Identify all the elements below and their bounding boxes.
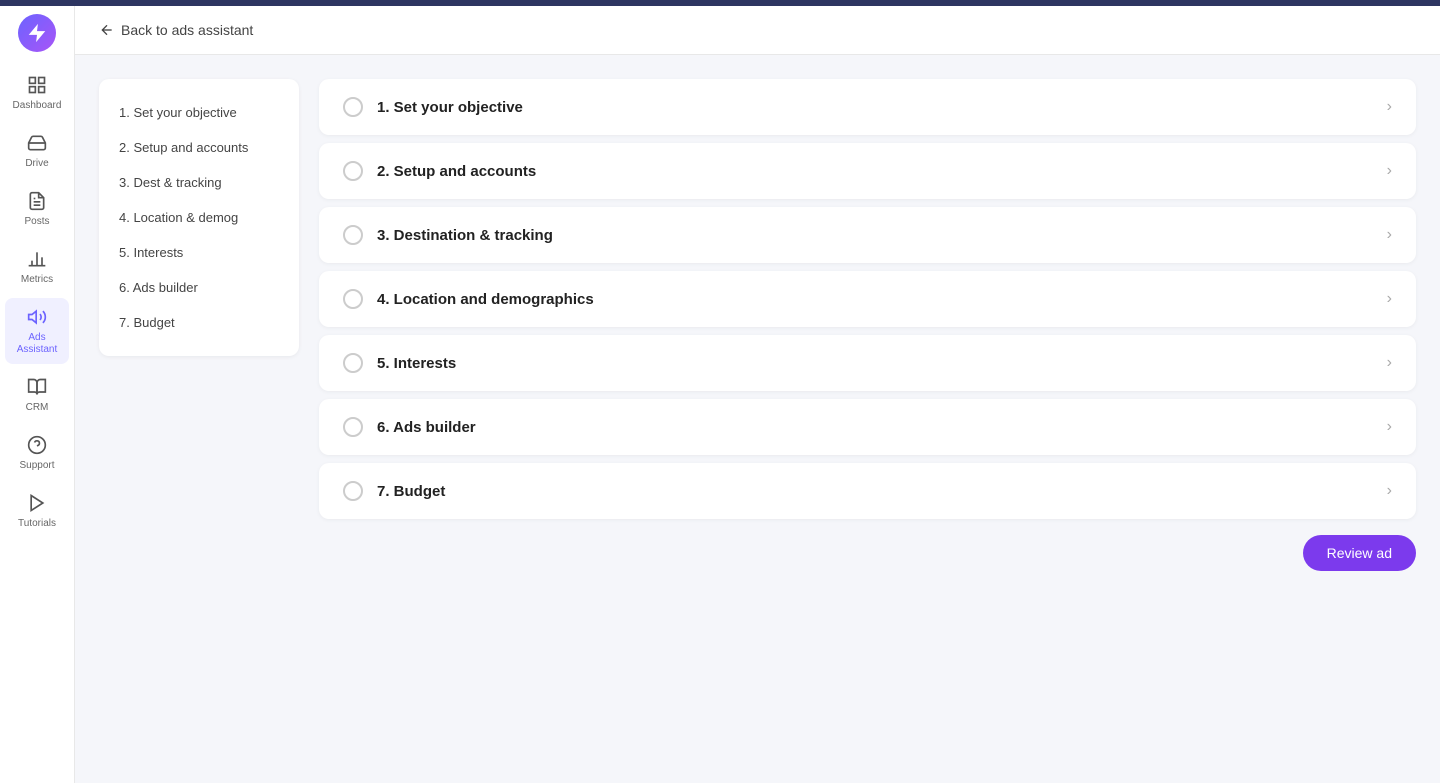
arrow-left-icon: [99, 22, 115, 38]
sidebar-label-crm: CRM: [26, 402, 49, 414]
top-bar: [0, 0, 1440, 6]
step-row-2[interactable]: 2. Setup and accounts ›: [319, 143, 1416, 199]
step-row-6[interactable]: 6. Ads builder ›: [319, 399, 1416, 455]
sidebar-label-ads: Ads Assistant: [11, 332, 63, 356]
chevron-right-icon-3: ›: [1387, 226, 1392, 244]
sidebar-label-tutorials: Tutorials: [18, 518, 56, 530]
step-circle-2: [343, 161, 363, 181]
dashboard-icon: [26, 74, 48, 96]
sidebar: Dashboard Drive Posts: [0, 6, 75, 783]
left-panel-item-6[interactable]: 6. Ads builder: [99, 270, 299, 305]
sidebar-label-support: Support: [19, 460, 54, 472]
step-label-2: 2. Setup and accounts: [377, 163, 536, 180]
step-row-5[interactable]: 5. Interests ›: [319, 335, 1416, 391]
step-circle-1: [343, 97, 363, 117]
step-circle-3: [343, 225, 363, 245]
metrics-icon: [26, 248, 48, 270]
step-label-3: 3. Destination & tracking: [377, 227, 553, 244]
left-panel-item-3[interactable]: 3. Dest & tracking: [99, 165, 299, 200]
sidebar-item-support[interactable]: Support: [5, 426, 69, 480]
sidebar-item-drive[interactable]: Drive: [5, 124, 69, 178]
back-link-label: Back to ads assistant: [121, 22, 253, 38]
tutorials-icon: [26, 492, 48, 514]
chevron-right-icon-6: ›: [1387, 418, 1392, 436]
step-label-7: 7. Budget: [377, 483, 445, 500]
left-panel-item-4[interactable]: 4. Location & demog: [99, 200, 299, 235]
drive-icon: [26, 132, 48, 154]
step-label-1: 1. Set your objective: [377, 99, 523, 116]
ads-icon: [26, 306, 48, 328]
chevron-right-icon-1: ›: [1387, 98, 1392, 116]
chevron-right-icon-5: ›: [1387, 354, 1392, 372]
back-link[interactable]: Back to ads assistant: [99, 22, 253, 38]
left-panel: 1. Set your objective 2. Setup and accou…: [99, 79, 299, 356]
chevron-right-icon-7: ›: [1387, 482, 1392, 500]
sidebar-label-metrics: Metrics: [21, 274, 53, 286]
step-circle-4: [343, 289, 363, 309]
app-logo[interactable]: [18, 14, 56, 52]
main-content: Back to ads assistant 1. Set your object…: [75, 6, 1440, 783]
content-area: 1. Set your objective 2. Setup and accou…: [75, 55, 1440, 783]
sidebar-item-metrics[interactable]: Metrics: [5, 240, 69, 294]
step-circle-5: [343, 353, 363, 373]
left-panel-item-1[interactable]: 1. Set your objective: [99, 95, 299, 130]
sidebar-label-posts: Posts: [24, 216, 49, 228]
left-panel-item-2[interactable]: 2. Setup and accounts: [99, 130, 299, 165]
chevron-right-icon-2: ›: [1387, 162, 1392, 180]
page-header: Back to ads assistant: [75, 6, 1440, 55]
sidebar-label-dashboard: Dashboard: [13, 100, 62, 112]
crm-icon: [26, 376, 48, 398]
step-circle-6: [343, 417, 363, 437]
step-row-4[interactable]: 4. Location and demographics ›: [319, 271, 1416, 327]
sidebar-item-ads-assistant[interactable]: Ads Assistant: [5, 298, 69, 364]
steps-panel: 1. Set your objective › 2. Setup and acc…: [319, 79, 1416, 759]
sidebar-label-drive: Drive: [25, 158, 48, 170]
step-circle-7: [343, 481, 363, 501]
review-ad-button[interactable]: Review ad: [1303, 535, 1416, 571]
sidebar-item-crm[interactable]: CRM: [5, 368, 69, 422]
step-label-6: 6. Ads builder: [377, 419, 476, 436]
step-row-3[interactable]: 3. Destination & tracking ›: [319, 207, 1416, 263]
left-panel-item-7[interactable]: 7. Budget: [99, 305, 299, 340]
left-panel-item-5[interactable]: 5. Interests: [99, 235, 299, 270]
sidebar-item-dashboard[interactable]: Dashboard: [5, 66, 69, 120]
step-label-4: 4. Location and demographics: [377, 291, 594, 308]
sidebar-item-posts[interactable]: Posts: [5, 182, 69, 236]
step-row-1[interactable]: 1. Set your objective ›: [319, 79, 1416, 135]
step-label-5: 5. Interests: [377, 355, 456, 372]
review-btn-row: Review ad: [319, 535, 1416, 571]
support-icon: [26, 434, 48, 456]
chevron-right-icon-4: ›: [1387, 290, 1392, 308]
sidebar-item-tutorials[interactable]: Tutorials: [5, 484, 69, 538]
posts-icon: [26, 190, 48, 212]
step-row-7[interactable]: 7. Budget ›: [319, 463, 1416, 519]
